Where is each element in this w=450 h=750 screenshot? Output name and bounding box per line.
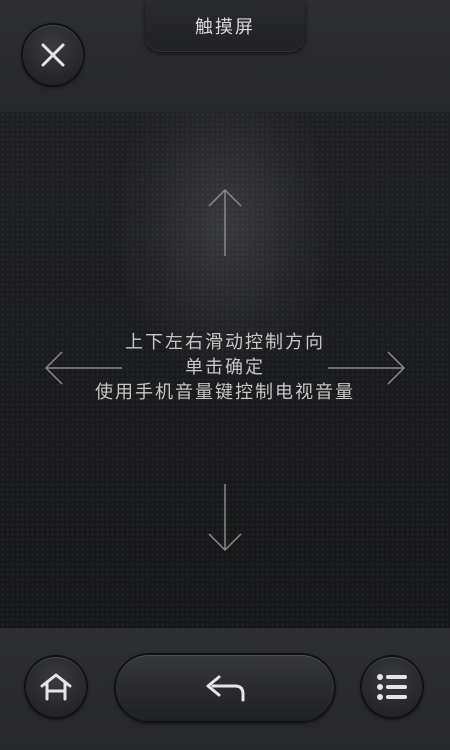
instructions: 上下左右滑动控制方向 单击确定 使用手机音量键控制电视音量 (0, 330, 450, 405)
instruction-line: 使用手机音量键控制电视音量 (95, 382, 355, 403)
back-icon (206, 675, 245, 702)
menu-button[interactable] (362, 657, 422, 717)
bottom-bar (0, 628, 450, 750)
close-button[interactable] (23, 25, 83, 85)
touchpad-area[interactable]: 上下左右滑动控制方向 单击确定 使用手机音量键控制电视音量 (0, 112, 450, 628)
back-button[interactable] (116, 655, 334, 721)
menu-icon (377, 674, 407, 700)
instruction-line: 上下左右滑动控制方向 (125, 332, 325, 353)
page-title: 触摸屏 (195, 17, 255, 38)
arrow-up-icon (208, 188, 242, 256)
home-icon (40, 673, 72, 701)
instruction-line: 单击确定 (185, 357, 265, 378)
close-icon (41, 43, 65, 67)
top-bar: 触摸屏 (0, 0, 450, 112)
title-tab: 触摸屏 (145, 0, 305, 52)
arrow-down-icon (208, 484, 242, 552)
home-button[interactable] (26, 657, 86, 717)
